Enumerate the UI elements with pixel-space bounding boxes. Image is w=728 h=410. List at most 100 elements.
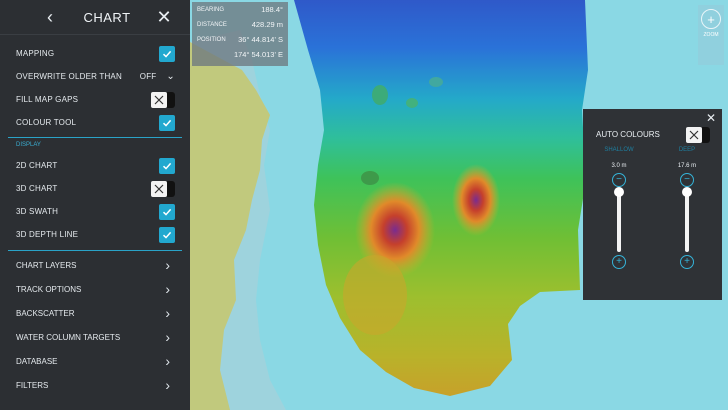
deep-header: DEEP [678,147,696,153]
section-divider [8,250,182,251]
3d-swath-row[interactable]: 3D SWATH [0,200,190,223]
shallow-slider-column: SHALLOW 3.0 m − + [604,147,634,269]
chevron-right-icon: › [165,377,170,393]
colour-tool-checkbox[interactable] [159,114,175,131]
plus-icon: + [616,256,622,267]
minus-icon: − [616,174,622,185]
2d-chart-checkbox[interactable] [159,157,175,174]
auto-colours-label: AUTO COLOURS [596,130,660,139]
display-section-label: DISPLAY [16,142,41,148]
nav-label: WATER COLUMN TARGETS [16,332,121,342]
mapping-label: MAPPING [16,49,55,58]
back-arrow-icon: ‹ [47,6,53,27]
nav-label: DATABASE [16,356,58,366]
auto-colours-checkbox[interactable] [686,127,710,143]
shallow-increase-button[interactable]: + [612,255,626,269]
measurement-info-panel: BEARING 188.4° DISTANCE 428.29 m POSITIO… [192,2,288,66]
position-label: POSITION [197,36,226,43]
distance-row: DISTANCE 428.29 m [192,17,288,32]
check-icon [159,114,175,131]
shallow-slider[interactable] [614,187,624,252]
longitude-value: 174° 54.013' E [233,50,283,59]
3d-swath-label: 3D SWATH [16,207,59,216]
latitude-value: 36° 44.814' S [238,35,283,44]
colour-tool-label: COLOUR TOOL [16,118,77,127]
chevron-right-icon: › [165,257,170,273]
position-row: POSITION 36° 44.814' S [192,32,288,47]
sidebar-title: CHART [83,9,131,25]
deep-decrease-button[interactable]: − [680,173,694,187]
zoom-label: ZOOM [703,32,719,38]
shallow-decrease-button[interactable]: − [612,173,626,187]
3d-chart-checkbox[interactable] [151,180,175,197]
3d-depth-line-label: 3D DEPTH LINE [16,230,79,239]
zoom-in-button[interactable]: + [701,9,721,29]
check-icon [159,226,175,243]
back-button[interactable]: ‹ [38,5,62,29]
3d-depth-line-checkbox[interactable] [159,226,175,243]
mapping-checkbox[interactable] [159,45,175,62]
nav-chart-layers[interactable]: CHART LAYERS › [0,253,190,277]
zoom-control: + ZOOM [698,5,724,65]
deep-value: 17.6 [677,163,690,169]
chevron-right-icon: › [165,353,170,369]
3d-swath-checkbox[interactable] [159,203,175,220]
deep-slider-column: DEEP 17.6 m − + [672,147,702,269]
colour-tool-panel: ✕ AUTO COLOURS SHALLOW 3.0 m − + DEEP 17… [583,109,722,300]
colour-tool-row[interactable]: COLOUR TOOL [0,111,190,134]
deep-value-row: 17.6 m [678,163,696,173]
minus-icon: − [684,174,690,185]
mapping-row[interactable]: MAPPING [0,42,190,65]
close-icon: ✕ [156,6,172,27]
fill-map-gaps-checkbox[interactable] [151,91,175,108]
check-icon [159,157,175,174]
fill-map-gaps-label: FILL MAP GAPS [16,95,79,104]
distance-label: DISTANCE [197,21,227,28]
check-icon [159,45,175,62]
unchecked-icon [151,91,167,108]
chevron-right-icon: › [165,281,170,297]
3d-depth-line-row[interactable]: 3D DEPTH LINE [0,223,190,246]
overwrite-select[interactable]: OFF ⌄ [140,71,175,82]
nav-label: BACKSCATTER [16,308,75,318]
chevron-right-icon: › [165,305,170,321]
nav-label: TRACK OPTIONS [16,284,82,294]
nav-label: CHART LAYERS [16,260,77,270]
deep-increase-button[interactable]: + [680,255,694,269]
plus-icon: + [684,256,690,267]
deep-slider-knob[interactable] [682,187,692,197]
chevron-right-icon: › [165,329,170,345]
plus-icon: + [707,11,715,27]
chart-sidebar: ‹ CHART ✕ MAPPING OVERWRITE OLDER THAN O… [0,0,190,410]
chevron-down-icon: ⌄ [166,71,175,82]
unchecked-icon [151,180,167,197]
nav-label: FILTERS [16,380,49,390]
section-divider [8,137,182,138]
3d-chart-row[interactable]: 3D CHART [0,177,190,200]
shallow-unit: m [621,163,627,169]
longitude-row: 174° 54.013' E [192,47,288,62]
shallow-header: SHALLOW [604,147,634,153]
nav-database[interactable]: DATABASE › [0,349,190,373]
bearing-row: BEARING 188.4° [192,2,288,17]
close-icon[interactable]: ✕ [706,111,716,125]
nav-backscatter[interactable]: BACKSCATTER › [0,301,190,325]
nav-filters[interactable]: FILTERS › [0,373,190,397]
overwrite-value: OFF [139,72,157,81]
3d-chart-label: 3D CHART [16,184,58,193]
2d-chart-row[interactable]: 2D CHART [0,154,190,177]
fill-map-gaps-row[interactable]: FILL MAP GAPS [0,88,190,111]
close-button[interactable]: ✕ [152,5,176,29]
overwrite-row[interactable]: OVERWRITE OLDER THAN OFF ⌄ [0,65,190,88]
bearing-value: 188.4° [261,5,283,14]
nav-water-column-targets[interactable]: WATER COLUMN TARGETS › [0,325,190,349]
2d-chart-label: 2D CHART [16,161,58,170]
overwrite-label: OVERWRITE OLDER THAN [16,72,122,81]
shallow-value: 3.0 [611,163,620,169]
shallow-slider-knob[interactable] [614,187,624,197]
shallow-value-row: 3.0 m [611,163,626,173]
sidebar-header: ‹ CHART ✕ [0,0,190,35]
deep-slider[interactable] [682,187,692,252]
nav-track-options[interactable]: TRACK OPTIONS › [0,277,190,301]
distance-value: 428.29 m [251,20,283,29]
